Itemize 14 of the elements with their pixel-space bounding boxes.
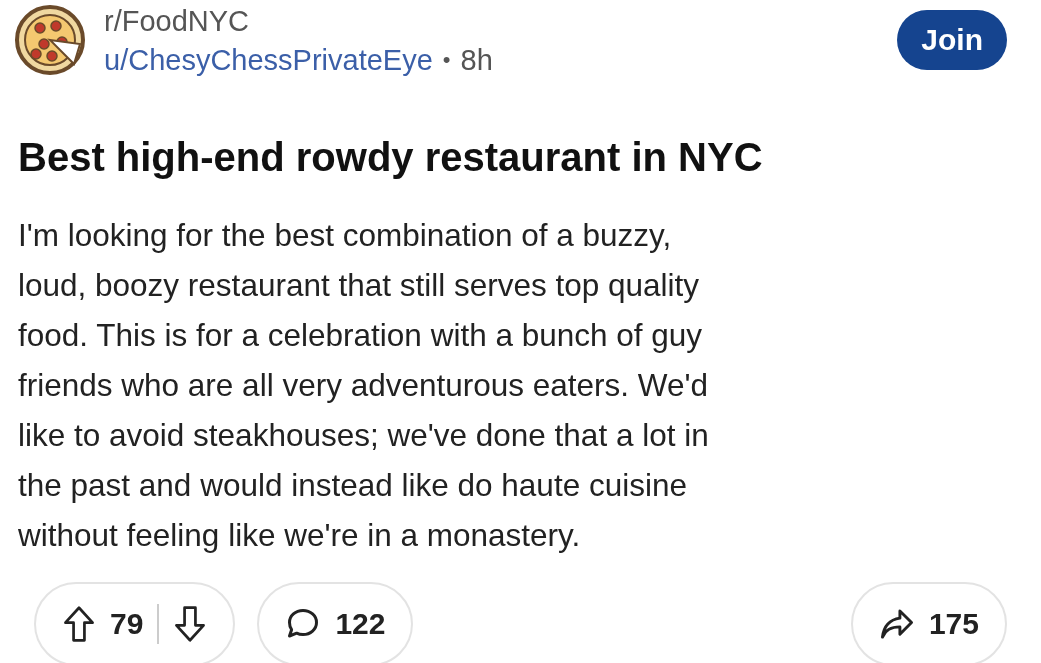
upvote-icon[interactable] — [62, 605, 96, 643]
downvote-icon[interactable] — [173, 605, 208, 643]
pizza-avatar-icon — [14, 4, 86, 76]
comments-button[interactable]: 122 — [257, 582, 414, 663]
post-age: 8h — [460, 43, 493, 78]
subreddit-name: r/FoodNYC — [104, 4, 251, 38]
post-title: Best high-end rowdy restaurant in NYC — [18, 134, 764, 181]
share-button[interactable]: 175 — [850, 582, 1007, 663]
join-button[interactable]: Join — [897, 10, 1007, 70]
share-arrow-icon — [878, 608, 915, 640]
post-body: I'm looking for the best combination of a buzzy, loud, boozy restaurant that still serves top quality food. This is for a celebration with a bunch of guy friends who are all very adventurous eaters. We'd like to avoid steakhouses; we've done that a lot in the past and would instead like do haute cuisine without feeling like we're in a monastery. — [18, 216, 710, 555]
vote-count: 79 — [110, 607, 144, 641]
author-link[interactable]: u/ChesyChessPrivateEye — [104, 42, 433, 78]
separator-dot: • — [442, 46, 451, 74]
